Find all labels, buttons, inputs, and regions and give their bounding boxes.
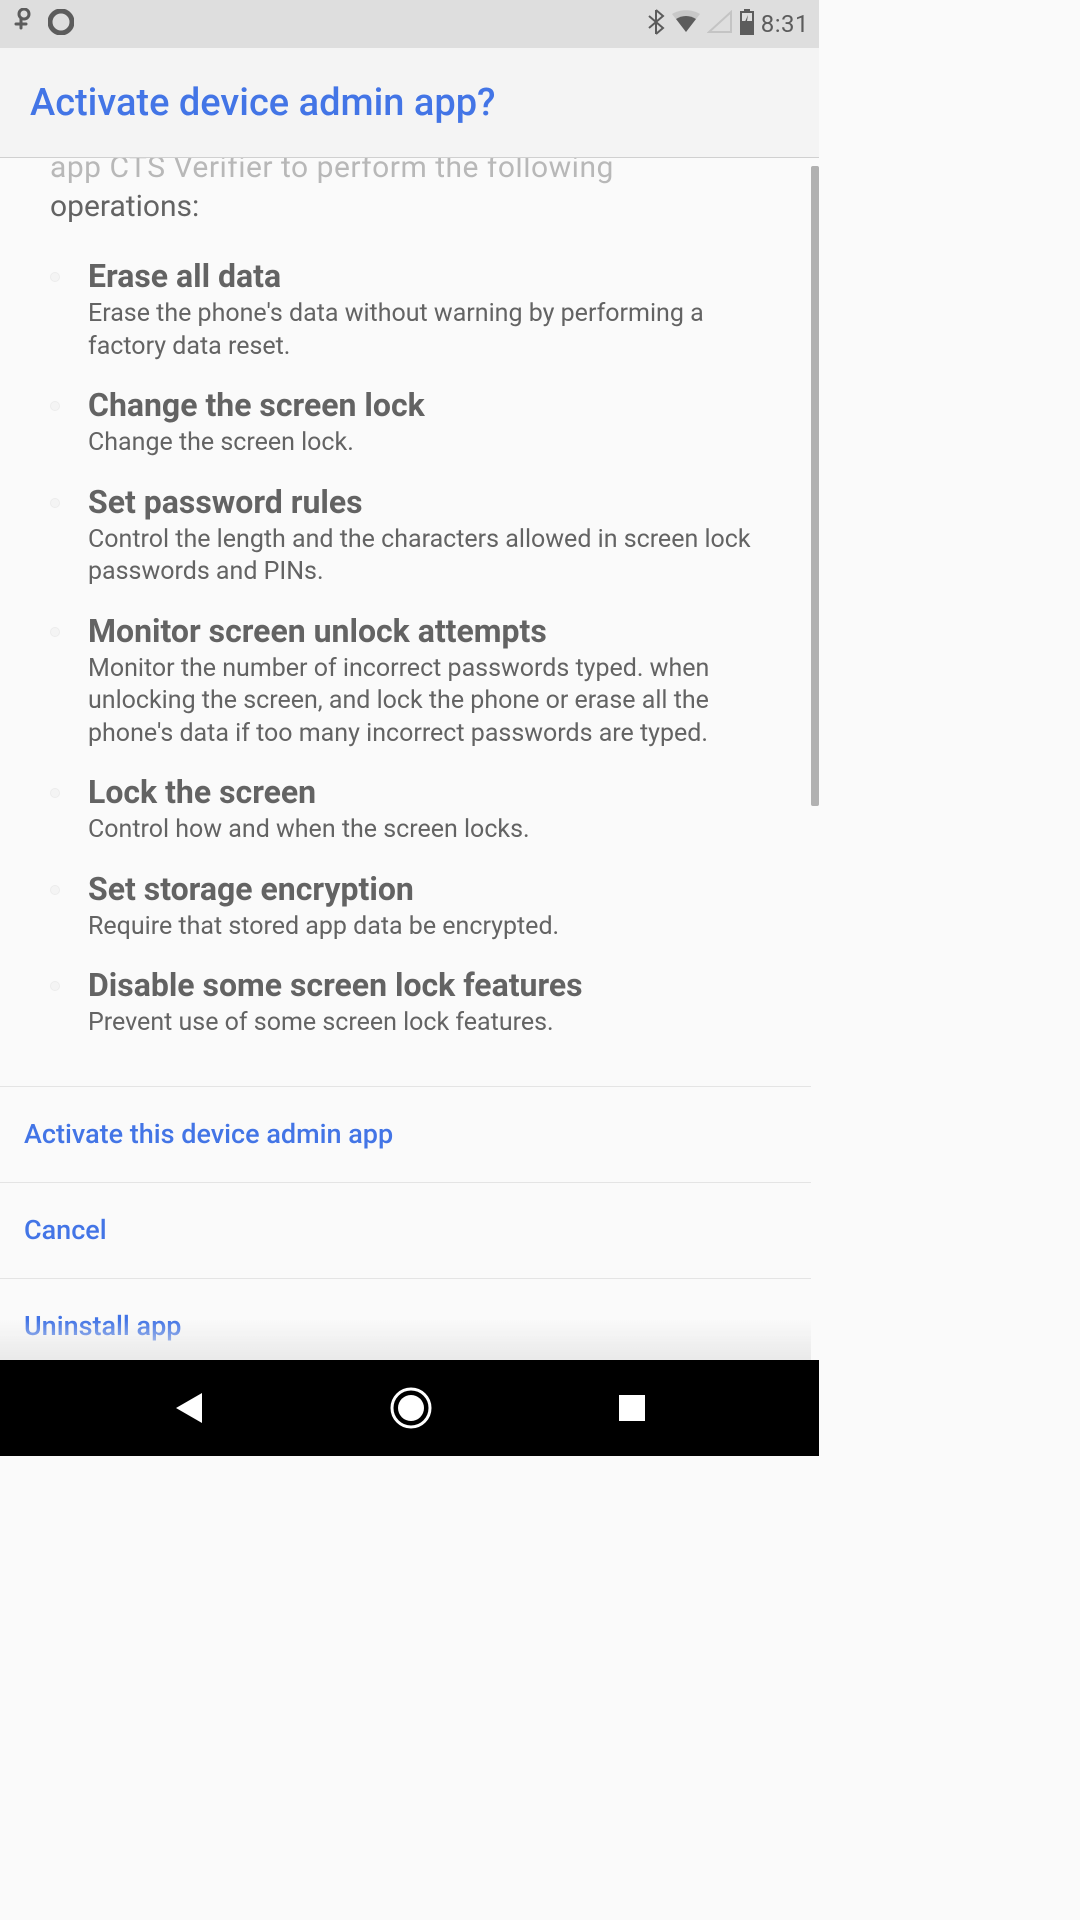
activate-label: Activate this device admin app — [24, 1118, 393, 1150]
bullet-icon — [50, 627, 60, 637]
content-scroll[interactable]: app CTS Verifier to perform the followin… — [0, 158, 811, 1360]
permission-title: Erase all data — [88, 256, 761, 296]
recents-button[interactable] — [617, 1393, 647, 1423]
status-bar: 8:31 — [0, 0, 819, 48]
permission-desc: Change the screen lock. — [88, 427, 761, 460]
battery-charging-icon — [739, 9, 755, 39]
page-title: Activate device admin app? — [30, 81, 496, 125]
cell-signal-icon — [707, 10, 733, 38]
list-item: Set password rules Control the length an… — [50, 482, 761, 589]
permission-desc: Erase the phone's data without warning b… — [88, 298, 761, 363]
status-left — [10, 8, 74, 40]
permission-desc: Control how and when the screen locks. — [88, 814, 761, 847]
app-bar: Activate device admin app? — [0, 48, 819, 158]
status-right: 8:31 — [647, 8, 809, 40]
permission-title: Change the screen lock — [88, 385, 761, 425]
permission-title: Set storage encryption — [88, 869, 761, 909]
bullet-icon — [50, 401, 60, 411]
list-item: Set storage encryption Require that stor… — [50, 869, 761, 944]
cancel-button[interactable]: Cancel — [0, 1182, 811, 1278]
project-fi-icon — [10, 8, 34, 40]
list-item: Disable some screen lock features Preven… — [50, 965, 761, 1040]
list-item: Monitor screen unlock attempts Monitor t… — [50, 611, 761, 751]
intro-fragment-top: app CTS Verifier to perform the followin… — [50, 158, 761, 187]
wifi-icon — [671, 10, 701, 38]
scrollbar-thumb[interactable] — [811, 166, 819, 806]
list-item: Erase all data Erase the phone's data wi… — [50, 256, 761, 363]
back-button[interactable] — [172, 1389, 206, 1427]
uninstall-label: Uninstall app — [24, 1310, 181, 1342]
activate-button[interactable]: Activate this device admin app — [0, 1086, 811, 1182]
permission-desc: Monitor the number of incorrect password… — [88, 653, 761, 751]
bullet-icon — [50, 788, 60, 798]
uninstall-button[interactable]: Uninstall app — [0, 1278, 811, 1361]
permission-list: Erase all data Erase the phone's data wi… — [0, 246, 811, 1086]
home-button[interactable] — [389, 1386, 433, 1430]
permission-title: Monitor screen unlock attempts — [88, 611, 761, 651]
intro-text: app CTS Verifier to perform the followin… — [0, 158, 811, 246]
list-item: Change the screen lock Change the screen… — [50, 385, 761, 460]
bluetooth-icon — [647, 8, 665, 40]
permission-desc: Require that stored app data be encrypte… — [88, 911, 761, 944]
bullet-icon — [50, 498, 60, 508]
cancel-label: Cancel — [24, 1214, 107, 1246]
bullet-icon — [50, 885, 60, 895]
permission-title: Disable some screen lock features — [88, 965, 761, 1005]
list-item: Lock the screen Control how and when the… — [50, 772, 761, 847]
permission-title: Lock the screen — [88, 772, 761, 812]
status-time: 8:31 — [761, 10, 809, 38]
intro-fragment-bottom: operations: — [50, 187, 761, 226]
permission-title: Set password rules — [88, 482, 761, 522]
bullet-icon — [50, 272, 60, 282]
permission-desc: Prevent use of some screen lock features… — [88, 1007, 761, 1040]
permission-desc: Control the length and the characters al… — [88, 524, 761, 589]
bullet-icon — [50, 981, 60, 991]
navigation-bar — [0, 1360, 819, 1456]
circle-icon — [48, 9, 74, 39]
